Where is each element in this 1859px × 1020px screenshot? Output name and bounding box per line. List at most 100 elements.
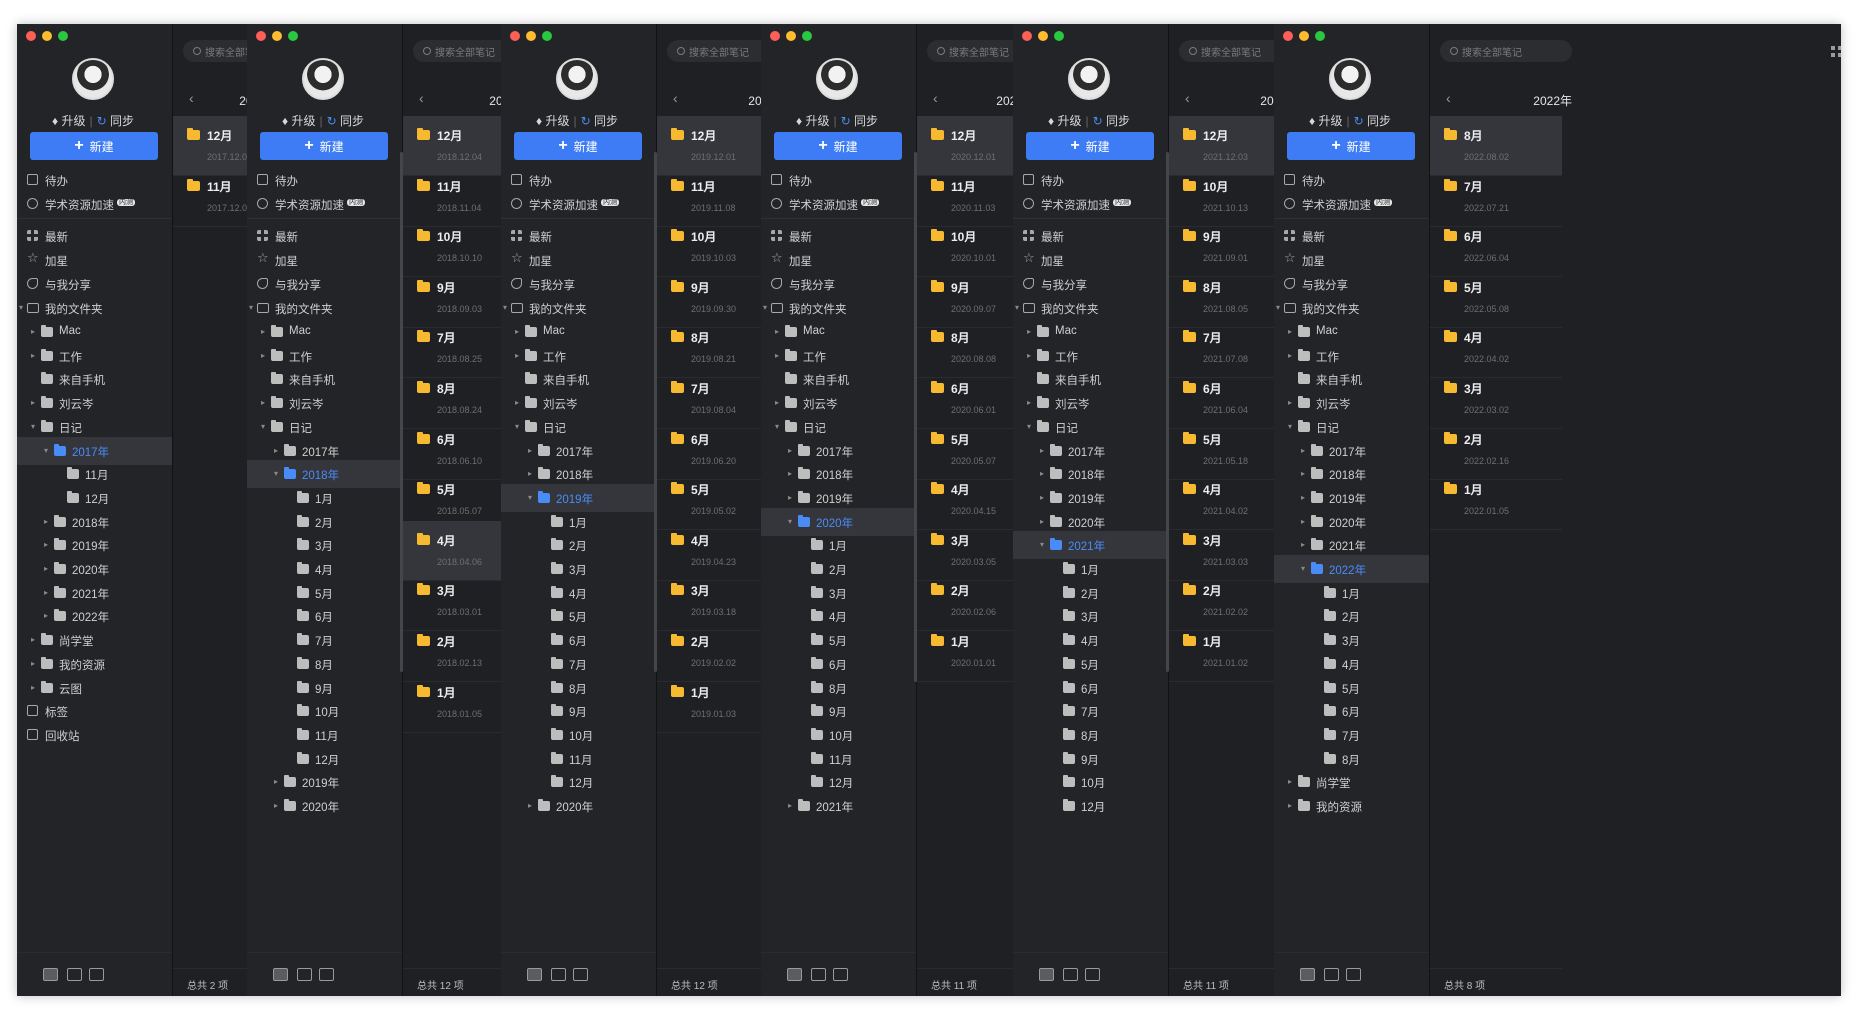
minimize-window-button[interactable] [42,31,52,41]
chevron-down-icon[interactable]: ▾ [515,422,519,431]
folder-tree-item[interactable]: ▸ 我的资源 [1274,792,1429,820]
layout-three-column-icon[interactable] [273,968,288,981]
layout-two-column-icon[interactable] [811,968,826,981]
layout-three-column-icon[interactable] [1300,968,1315,981]
chevron-right-icon[interactable]: ▸ [1288,327,1292,336]
chevron-right-icon[interactable]: ▸ [44,517,48,526]
minimize-window-button[interactable] [272,31,282,41]
maximize-window-button[interactable] [802,31,812,41]
chevron-down-icon[interactable]: ▾ [775,422,779,431]
chevron-right-icon[interactable]: ▸ [1301,517,1305,526]
chevron-down-icon[interactable]: ▾ [44,446,48,455]
sync-link[interactable]: 同步 [1367,114,1391,128]
avatar[interactable] [1068,58,1110,100]
chevron-right-icon[interactable]: ▸ [1288,801,1292,810]
chevron-right-icon[interactable]: ▸ [1040,469,1044,478]
chevron-right-icon[interactable]: ▸ [1027,351,1031,360]
chevron-down-icon[interactable]: ▾ [274,469,278,478]
close-window-button[interactable] [1283,31,1293,41]
chevron-right-icon[interactable]: ▸ [1040,446,1044,455]
chevron-right-icon[interactable]: ▸ [261,327,265,336]
chevron-right-icon[interactable]: ▸ [261,351,265,360]
layout-single-icon[interactable] [833,968,848,981]
chevron-right-icon[interactable]: ▸ [1040,493,1044,502]
back-arrow-icon[interactable]: ‹ [189,90,194,106]
chevron-right-icon[interactable]: ▸ [528,801,532,810]
chevron-down-icon[interactable]: ▾ [1040,540,1044,549]
chevron-down-icon[interactable]: ▾ [1027,422,1031,431]
minimize-window-button[interactable] [1299,31,1309,41]
chevron-down-icon[interactable]: ▾ [1276,303,1280,312]
avatar[interactable] [72,58,114,100]
chevron-right-icon[interactable]: ▸ [1301,469,1305,478]
maximize-window-button[interactable] [58,31,68,41]
sidebar-item-academic[interactable]: 学术资源加速 内测 [17,190,172,218]
chevron-down-icon[interactable]: ▾ [261,422,265,431]
chevron-right-icon[interactable]: ▸ [515,327,519,336]
new-note-button[interactable]: + 新建 [1287,132,1415,160]
layout-two-column-icon[interactable] [67,968,82,981]
chevron-right-icon[interactable]: ▸ [1288,777,1292,786]
layout-three-column-icon[interactable] [1039,968,1054,981]
folder-tree-item[interactable]: ▸ 2020年 [501,792,656,820]
chevron-right-icon[interactable]: ▸ [261,398,265,407]
chevron-down-icon[interactable]: ▾ [1288,422,1292,431]
layout-single-icon[interactable] [1346,968,1361,981]
layout-single-icon[interactable] [89,968,104,981]
sync-link[interactable]: 同步 [594,114,618,128]
back-arrow-icon[interactable]: ‹ [419,90,424,106]
chevron-right-icon[interactable]: ▸ [1040,517,1044,526]
back-arrow-icon[interactable]: ‹ [1185,90,1190,106]
layout-single-icon[interactable] [319,968,334,981]
new-note-button[interactable]: + 新建 [514,132,642,160]
scrollbar[interactable] [654,152,657,672]
folder-tree-item[interactable]: ▸ 2021年 [761,792,916,820]
note-item[interactable]: 1月 2021.01.02 [1169,622,1289,682]
upgrade-link[interactable]: 升级 [1318,114,1342,128]
maximize-window-button[interactable] [1054,31,1064,41]
avatar[interactable] [1329,58,1371,100]
layout-two-column-icon[interactable] [297,968,312,981]
chevron-right-icon[interactable]: ▸ [788,469,792,478]
chevron-down-icon[interactable]: ▾ [1301,564,1305,573]
minimize-window-button[interactable] [1038,31,1048,41]
layout-two-column-icon[interactable] [1324,968,1339,981]
chevron-right-icon[interactable]: ▸ [775,327,779,336]
chevron-down-icon[interactable]: ▾ [1015,303,1019,312]
new-note-button[interactable]: + 新建 [774,132,902,160]
chevron-right-icon[interactable]: ▸ [515,398,519,407]
minimize-window-button[interactable] [786,31,796,41]
sidebar-item-academic[interactable]: 学术资源加速 内测 [1013,190,1168,218]
chevron-right-icon[interactable]: ▸ [44,540,48,549]
chevron-right-icon[interactable]: ▸ [44,611,48,620]
chevron-right-icon[interactable]: ▸ [1301,493,1305,502]
back-arrow-icon[interactable]: ‹ [673,90,678,106]
chevron-right-icon[interactable]: ▸ [274,801,278,810]
back-arrow-icon[interactable]: ‹ [933,90,938,106]
chevron-right-icon[interactable]: ▸ [515,351,519,360]
maximize-window-button[interactable] [288,31,298,41]
chevron-right-icon[interactable]: ▸ [44,588,48,597]
avatar[interactable] [302,58,344,100]
note-item[interactable]: 1月 2022.01.05 [1430,470,1562,531]
chevron-right-icon[interactable]: ▸ [1027,327,1031,336]
avatar[interactable] [556,58,598,100]
chevron-right-icon[interactable]: ▸ [31,659,35,668]
chevron-right-icon[interactable]: ▸ [274,446,278,455]
close-window-button[interactable] [770,31,780,41]
chevron-down-icon[interactable]: ▾ [788,517,792,526]
chevron-right-icon[interactable]: ▸ [1027,398,1031,407]
back-arrow-icon[interactable]: ‹ [1446,90,1451,106]
chevron-right-icon[interactable]: ▸ [31,683,35,692]
minimize-window-button[interactable] [526,31,536,41]
chevron-right-icon[interactable]: ▸ [31,398,35,407]
layout-two-column-icon[interactable] [551,968,566,981]
chevron-down-icon[interactable]: ▾ [503,303,507,312]
chevron-right-icon[interactable]: ▸ [1288,398,1292,407]
chevron-right-icon[interactable]: ▸ [274,777,278,786]
chevron-right-icon[interactable]: ▸ [775,398,779,407]
new-note-button[interactable]: + 新建 [260,132,388,160]
chevron-right-icon[interactable]: ▸ [31,327,35,336]
search-input[interactable]: 搜索全部笔记 [1440,40,1572,62]
scrollbar[interactable] [914,152,917,682]
